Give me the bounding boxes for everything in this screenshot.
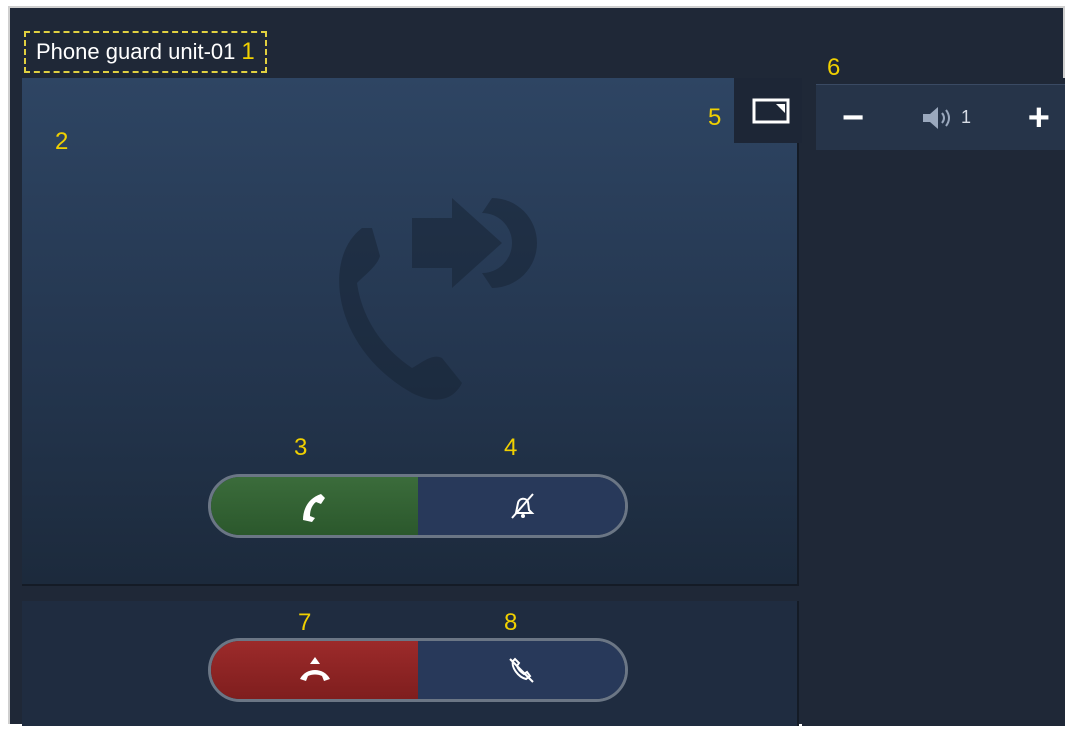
right-panel: − 1 + xyxy=(802,78,1065,726)
volume-down-button[interactable]: − xyxy=(842,99,864,137)
hang-up-icon xyxy=(299,657,330,681)
volume-indicator: 1 xyxy=(921,105,971,131)
mute-microphone-button[interactable] xyxy=(418,641,625,699)
speaker-icon xyxy=(922,106,950,129)
microphone-off-icon xyxy=(508,657,534,683)
volume-up-button[interactable]: + xyxy=(1028,99,1050,137)
accept-call-button[interactable] xyxy=(211,477,418,535)
phone-handset-icon xyxy=(302,494,325,522)
mute-ringtone-button[interactable] xyxy=(418,477,625,535)
top-bar: Phone guard unit-01 1 xyxy=(10,8,1063,78)
app-window: Phone guard unit-01 1 2 5 3 4 7 8 − 1 + xyxy=(8,6,1065,726)
caller-name: Phone guard unit-01 xyxy=(36,39,236,64)
marker-5: 5 xyxy=(708,104,722,131)
marker-4: 4 xyxy=(504,434,518,461)
marker-2: 2 xyxy=(55,128,69,155)
picture-in-picture-button[interactable] xyxy=(734,78,808,143)
marker-1: 1 xyxy=(241,38,255,65)
hangup-control-pill xyxy=(208,638,628,702)
marker-3: 3 xyxy=(294,434,308,461)
title-callout: Phone guard unit-01 1 xyxy=(24,31,267,73)
volume-control: − 1 + xyxy=(816,84,1065,150)
marker-6: 6 xyxy=(827,54,841,81)
bell-off-icon xyxy=(510,493,534,519)
answer-control-pill xyxy=(208,474,628,538)
picture-in-picture-icon xyxy=(752,98,790,123)
marker-7: 7 xyxy=(298,609,312,636)
volume-level: 1 xyxy=(960,107,971,127)
call-forward-icon xyxy=(339,198,537,400)
marker-8: 8 xyxy=(504,609,518,636)
video-area: 2 5 3 4 xyxy=(22,78,808,586)
hang-up-button[interactable] xyxy=(211,641,418,699)
call-controls-panel: 7 8 xyxy=(22,601,799,726)
